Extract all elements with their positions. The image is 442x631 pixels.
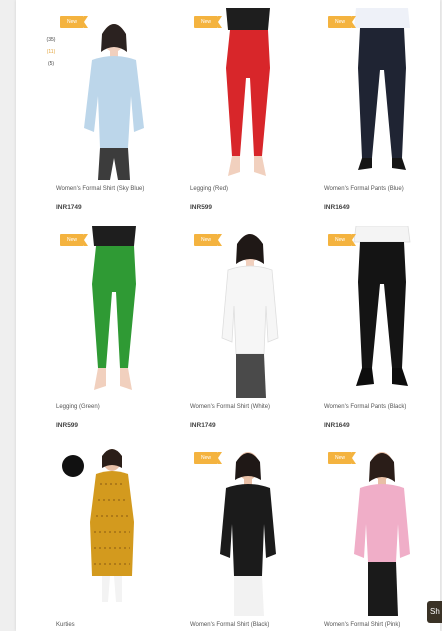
product-image[interactable]: New bbox=[182, 8, 312, 180]
product-image[interactable]: New bbox=[48, 8, 178, 180]
product-title[interactable]: Women's Formal Pants (Blue) bbox=[324, 186, 404, 192]
product-image[interactable]: New bbox=[182, 226, 312, 398]
product-price: INR599 bbox=[190, 204, 213, 211]
product-card[interactable]: New Legging (Red) INR599 bbox=[182, 8, 312, 220]
sale-sticker-icon bbox=[62, 455, 84, 477]
product-image[interactable]: New bbox=[316, 444, 442, 616]
product-card[interactable]: New Women's Formal Shirt (Sky Blue) INR1… bbox=[48, 8, 178, 220]
product-price: INR1649 bbox=[324, 422, 350, 429]
product-price: INR599 bbox=[56, 422, 79, 429]
model-pink-shirt-image bbox=[354, 452, 410, 616]
product-price: INR1649 bbox=[324, 204, 350, 211]
new-badge: New bbox=[194, 452, 222, 464]
product-card[interactable]: New Women's Formal Pants (Blue) INR1649 bbox=[316, 8, 442, 220]
product-price: INR1749 bbox=[190, 422, 216, 429]
product-card[interactable]: New Women's Formal Pants (Black) INR1649 bbox=[316, 226, 442, 438]
product-card[interactable]: New Legging (Green) INR599 bbox=[48, 226, 178, 438]
chat-button[interactable]: Sh bbox=[427, 601, 442, 623]
model-sky-blue-shirt-image bbox=[84, 24, 144, 180]
product-title[interactable]: Women's Formal Pants (Black) bbox=[324, 404, 406, 410]
new-badge: New bbox=[328, 452, 356, 464]
product-title[interactable]: Women's Formal Shirt (Black) bbox=[190, 622, 269, 628]
product-image[interactable]: New bbox=[48, 226, 178, 398]
product-price: INR1749 bbox=[56, 204, 82, 211]
new-badge: New bbox=[194, 16, 222, 28]
new-badge: New bbox=[60, 234, 88, 246]
product-card[interactable]: Kurties bbox=[48, 444, 178, 631]
product-title[interactable]: Women's Formal Shirt (Pink) bbox=[324, 622, 400, 628]
product-card[interactable]: New Women's Formal Shirt (Pink) bbox=[316, 444, 442, 631]
new-badge: New bbox=[328, 16, 356, 28]
product-image[interactable]: New bbox=[316, 226, 442, 398]
product-image[interactable]: New bbox=[182, 444, 312, 616]
new-badge: New bbox=[60, 16, 88, 28]
product-title[interactable]: Women's Formal Shirt (Sky Blue) bbox=[56, 186, 144, 192]
model-black-shirt-image bbox=[220, 452, 276, 616]
model-blue-pants-image bbox=[354, 8, 410, 170]
product-image[interactable]: New bbox=[316, 8, 442, 180]
product-image[interactable] bbox=[48, 444, 178, 616]
product-title[interactable]: Legging (Red) bbox=[190, 186, 228, 192]
product-title[interactable]: Women's Formal Shirt (White) bbox=[190, 404, 270, 410]
model-black-pants-image bbox=[353, 226, 411, 386]
product-title[interactable]: Kurties bbox=[56, 622, 75, 628]
model-yellow-kurti-image bbox=[62, 449, 134, 602]
new-badge: New bbox=[194, 234, 222, 246]
product-card[interactable]: New Women's Formal Shirt (White) INR1749 bbox=[182, 226, 312, 438]
model-green-legging-image bbox=[92, 226, 136, 390]
product-card[interactable]: New Women's Formal Shirt (Black) bbox=[182, 444, 312, 631]
new-badge: New bbox=[328, 234, 356, 246]
product-title[interactable]: Legging (Green) bbox=[56, 404, 100, 410]
model-red-legging-image bbox=[226, 8, 270, 176]
model-white-shirt-image bbox=[221, 234, 279, 398]
page-background: (35) (11) (5) New Women's Formal Shirt (… bbox=[0, 0, 442, 631]
